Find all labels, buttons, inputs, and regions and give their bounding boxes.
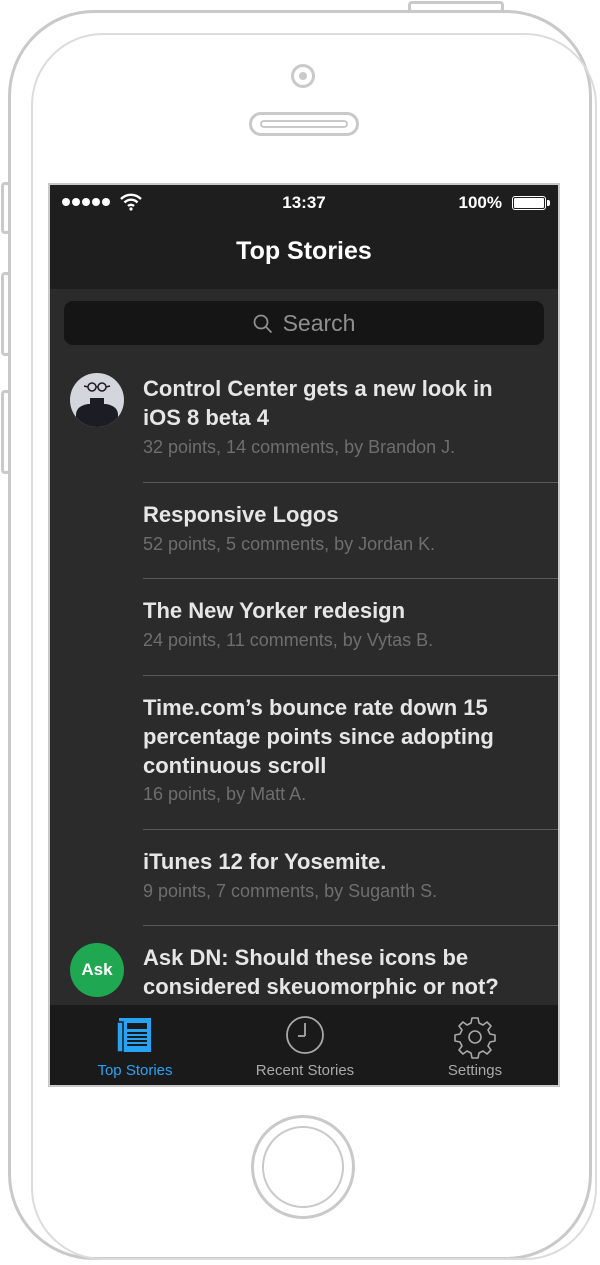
story-title: Time.com’s bounce rate down 15 percentag… bbox=[143, 695, 494, 778]
story-title: iTunes 12 for Yosemite. bbox=[143, 849, 387, 874]
story-meta: 52 points, 5 comments, by Jordan K. bbox=[143, 534, 436, 554]
ask-badge-label: Ask bbox=[81, 960, 113, 979]
user-avatar bbox=[70, 373, 124, 427]
search-input[interactable]: Search bbox=[64, 301, 544, 345]
battery-icon bbox=[512, 196, 550, 210]
volume-down-button bbox=[1, 390, 11, 474]
volume-up-button bbox=[1, 272, 11, 356]
story-meta: 9 points, 7 comments, by Suganth S. bbox=[143, 881, 438, 901]
tab-label: Settings bbox=[447, 1062, 503, 1079]
story-row[interactable]: Control Center gets a new look in iOS 8 … bbox=[50, 355, 558, 483]
story-row[interactable]: iTunes 12 for Yosemite. 9 points, 7 comm… bbox=[50, 830, 558, 926]
story-title: The New Yorker redesign bbox=[143, 598, 406, 623]
earpiece-speaker bbox=[249, 112, 359, 136]
story-title: Control Center gets a new look in iOS 8 … bbox=[143, 376, 493, 430]
tab-label: Recent Stories bbox=[255, 1062, 355, 1079]
story-meta: 32 points, 14 comments, by Brandon J. bbox=[143, 437, 456, 457]
home-button[interactable] bbox=[251, 1115, 355, 1219]
silent-switch bbox=[1, 182, 11, 234]
story-row[interactable]: Time.com’s bounce rate down 15 percentag… bbox=[50, 676, 558, 830]
tab-recent-stories[interactable]: Recent Stories bbox=[220, 1005, 390, 1085]
story-meta: 24 points, 11 comments, by Vytas B. bbox=[143, 630, 434, 650]
gear-icon bbox=[454, 1017, 496, 1059]
tab-bar: Top Stories Recent Stories Settings bbox=[50, 1005, 558, 1085]
tab-top-stories[interactable]: Top Stories bbox=[50, 1005, 220, 1085]
story-title: Responsive Logos bbox=[143, 502, 339, 527]
story-title: Ask DN: Should these icons be considered… bbox=[143, 945, 499, 999]
story-list: Control Center gets a new look in iOS 8 … bbox=[50, 355, 558, 1026]
story-meta: 16 points, by Matt A. bbox=[143, 784, 307, 804]
power-button bbox=[408, 1, 504, 13]
story-row[interactable]: The New Yorker redesign 24 points, 11 co… bbox=[50, 579, 558, 676]
search-area: Search bbox=[50, 289, 558, 355]
page-title: Top Stories bbox=[236, 237, 372, 265]
navigation-bar: Top Stories bbox=[50, 223, 558, 289]
tab-label: Top Stories bbox=[97, 1062, 173, 1079]
battery-percentage: 100% bbox=[458, 193, 502, 212]
search-placeholder: Search bbox=[282, 310, 356, 336]
status-bar: 13:37 100% bbox=[50, 185, 558, 223]
clock-icon bbox=[286, 1016, 324, 1054]
tab-settings[interactable]: Settings bbox=[390, 1005, 558, 1085]
newspaper-icon bbox=[116, 1018, 151, 1053]
phone-screen: 13:37 100% Top Stories Search Control Ce… bbox=[48, 183, 560, 1087]
story-row[interactable]: Responsive Logos 52 points, 5 comments, … bbox=[50, 483, 558, 579]
front-camera bbox=[291, 64, 315, 88]
ask-badge: Ask bbox=[70, 943, 124, 997]
search-icon bbox=[253, 314, 272, 333]
